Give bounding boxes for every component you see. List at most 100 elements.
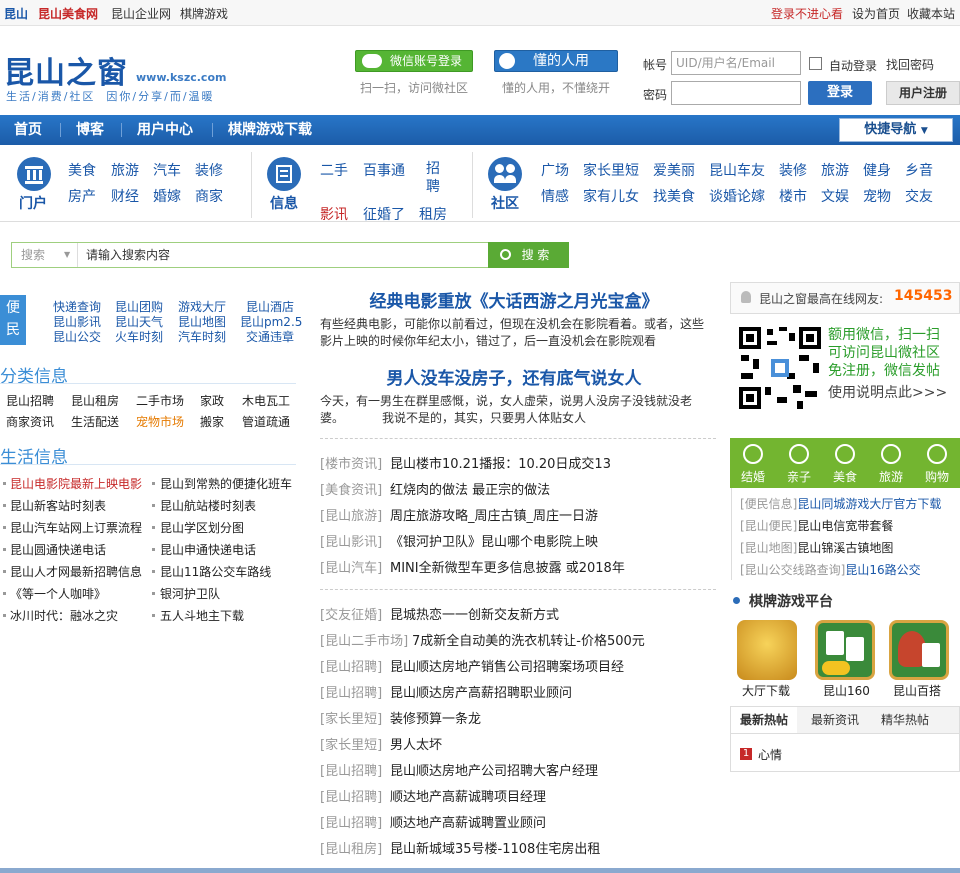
- dongren-button[interactable]: 懂的人用: [494, 50, 618, 72]
- community-link-8[interactable]: 情感: [541, 186, 569, 206]
- news-tag[interactable]: [昆山旅游]: [320, 505, 382, 524]
- tile-wedding[interactable]: 结婚: [730, 438, 776, 488]
- life-right-5[interactable]: 银河护卫队: [160, 585, 220, 602]
- game-link[interactable]: 棋牌游戏: [180, 5, 228, 22]
- game-kunshan160-label[interactable]: 昆山160: [823, 682, 870, 699]
- news-tag[interactable]: [家长里短]: [320, 734, 382, 753]
- biz-site-link[interactable]: 昆山企业网: [111, 5, 171, 22]
- news-title-link[interactable]: 男人太坏: [390, 734, 442, 753]
- news-tag[interactable]: [昆山招聘]: [320, 656, 382, 675]
- news-title-link[interactable]: 《银河护卫队》昆山哪个电影院上映: [390, 531, 598, 550]
- portal-title[interactable]: 门户: [19, 193, 47, 213]
- life-right-4[interactable]: 昆山11路公交车路线: [160, 563, 271, 580]
- classify-link-2[interactable]: 二手市场: [136, 392, 184, 409]
- news-title-link[interactable]: 顺达地产高薪诚聘置业顾问: [390, 812, 546, 831]
- news-title-link[interactable]: 昆山顺达房产高薪招聘职业顾问: [390, 682, 572, 701]
- community-link-7[interactable]: 乡音: [905, 160, 933, 180]
- news-title-link[interactable]: 装修预算一条龙: [390, 708, 481, 727]
- game-baida-label[interactable]: 昆山百搭: [893, 682, 941, 699]
- portal-link-travel[interactable]: 旅游: [111, 160, 139, 180]
- community-link-2[interactable]: 爱美丽: [653, 160, 695, 180]
- life-left-1[interactable]: 昆山新客站时刻表: [10, 497, 106, 514]
- life-left-4[interactable]: 昆山人才网最新招聘信息: [10, 563, 142, 580]
- info-link-movies[interactable]: 影讯: [320, 204, 348, 224]
- info-link-baishitong[interactable]: 百事通: [363, 160, 405, 180]
- community-link-15[interactable]: 交友: [905, 186, 933, 206]
- tab-featured[interactable]: 精华热帖: [873, 707, 937, 733]
- game-lobby-label[interactable]: 大厅下载: [742, 682, 790, 699]
- news-tag[interactable]: [美食资讯]: [320, 479, 382, 498]
- bianmin-link-10[interactable]: 汽车时刻: [178, 328, 226, 345]
- info-link-dating[interactable]: 征婚了: [363, 204, 405, 224]
- auto-login-checkbox[interactable]: [809, 57, 822, 70]
- game-kunshan160-icon[interactable]: [815, 620, 875, 680]
- portal-link-wedding[interactable]: 婚嫁: [153, 186, 181, 206]
- portal-link-food[interactable]: 美食: [68, 160, 96, 180]
- life-left-0[interactable]: 昆山电影院最新上映电影: [10, 475, 142, 492]
- news-title-link[interactable]: 昆山顺达房地产公司招聘大客户经理: [390, 760, 598, 779]
- login-warning-link[interactable]: 登录不进心看: [771, 5, 843, 22]
- wechat-login-button[interactable]: 微信账号登录: [355, 50, 473, 72]
- qr-help-link[interactable]: 使用说明点此>>>: [828, 382, 947, 402]
- news-tag[interactable]: [昆山汽车]: [320, 557, 382, 576]
- login-button[interactable]: 登录: [808, 81, 872, 105]
- forgot-password-link[interactable]: 找回密码: [886, 56, 934, 73]
- set-home-link[interactable]: 设为首页: [852, 5, 900, 22]
- community-link-5[interactable]: 旅游: [821, 160, 849, 180]
- right-link-3[interactable]: [昆山公交线路查询]昆山16路公交: [740, 561, 921, 578]
- life-right-2[interactable]: 昆山学区划分图: [160, 519, 244, 536]
- portal-link-decor[interactable]: 装修: [195, 160, 223, 180]
- tab-latest-news[interactable]: 最新资讯: [803, 707, 867, 733]
- community-link-9[interactable]: 家有儿女: [583, 186, 639, 206]
- portal-link-merchant[interactable]: 商家: [195, 186, 223, 206]
- life-left-5[interactable]: 《等一个人咖啡》: [10, 585, 106, 602]
- info-link-jobs[interactable]: 招聘: [426, 160, 440, 196]
- bianmin-link-11[interactable]: 交通违章: [246, 328, 294, 345]
- register-button[interactable]: 用户注册: [886, 81, 960, 105]
- portal-link-finance[interactable]: 财经: [111, 186, 139, 206]
- tile-shopping[interactable]: 购物: [914, 438, 960, 488]
- quick-nav-dropdown[interactable]: 快捷导航 ▼: [839, 118, 953, 142]
- headline-2[interactable]: 男人没车没房子，还有底气说女人: [320, 364, 708, 389]
- community-link-14[interactable]: 宠物: [863, 186, 891, 206]
- nav-blog[interactable]: 博客: [76, 115, 104, 145]
- nav-game-download[interactable]: 棋牌游戏下载: [228, 115, 312, 145]
- tab-latest-hot[interactable]: 最新热帖: [731, 707, 797, 733]
- food-site-link[interactable]: 昆山美食网: [38, 5, 98, 22]
- classify-link-4[interactable]: 木电瓦工: [242, 392, 290, 409]
- news-tag[interactable]: [昆山招聘]: [320, 682, 382, 701]
- life-right-0[interactable]: 昆山到常熟的便捷化班车: [160, 475, 292, 492]
- news-title-link[interactable]: 昆山楼市10.21播报：10.20日成交13: [390, 453, 611, 472]
- news-tag[interactable]: [昆山租房]: [320, 838, 382, 857]
- site-link[interactable]: 昆山: [4, 5, 28, 22]
- classify-link-9[interactable]: 管道疏通: [242, 413, 290, 430]
- hot-item-link[interactable]: 心情: [758, 746, 782, 763]
- info-link-secondhand[interactable]: 二手: [320, 160, 348, 180]
- news-tag[interactable]: [昆山二手市场]: [320, 630, 408, 649]
- community-title[interactable]: 社区: [491, 193, 519, 213]
- bianmin-link-8[interactable]: 昆山公交: [53, 328, 101, 345]
- site-logo[interactable]: 昆山之窗: [4, 48, 128, 92]
- search-type-select[interactable]: 搜索 ▼: [12, 243, 78, 267]
- community-link-3[interactable]: 昆山车友: [709, 160, 765, 180]
- classify-link-3[interactable]: 家政: [200, 392, 224, 409]
- community-link-4[interactable]: 装修: [779, 160, 807, 180]
- news-title-link[interactable]: 7成新全自动美的洗衣机转让-价格500元: [412, 630, 645, 649]
- favorite-link[interactable]: 收藏本站: [907, 5, 955, 22]
- info-title[interactable]: 信息: [270, 193, 298, 213]
- classify-link-8[interactable]: 搬家: [200, 413, 224, 430]
- classify-link-0[interactable]: 昆山招聘: [6, 392, 54, 409]
- community-link-1[interactable]: 家长里短: [583, 160, 639, 180]
- account-input[interactable]: UID/用户名/Email: [671, 51, 801, 75]
- game-lobby-icon[interactable]: [737, 620, 797, 680]
- community-link-13[interactable]: 文娱: [821, 186, 849, 206]
- classify-link-6[interactable]: 生活配送: [71, 413, 119, 430]
- classify-link-5[interactable]: 商家资讯: [6, 413, 54, 430]
- news-tag[interactable]: [交友征婚]: [320, 604, 382, 623]
- community-link-11[interactable]: 谈婚论嫁: [709, 186, 765, 206]
- news-tag[interactable]: [昆山招聘]: [320, 760, 382, 779]
- info-link-rent[interactable]: 租房: [419, 204, 447, 224]
- community-link-6[interactable]: 健身: [863, 160, 891, 180]
- life-left-3[interactable]: 昆山圆通快递电话: [10, 541, 106, 558]
- community-link-10[interactable]: 找美食: [653, 186, 695, 206]
